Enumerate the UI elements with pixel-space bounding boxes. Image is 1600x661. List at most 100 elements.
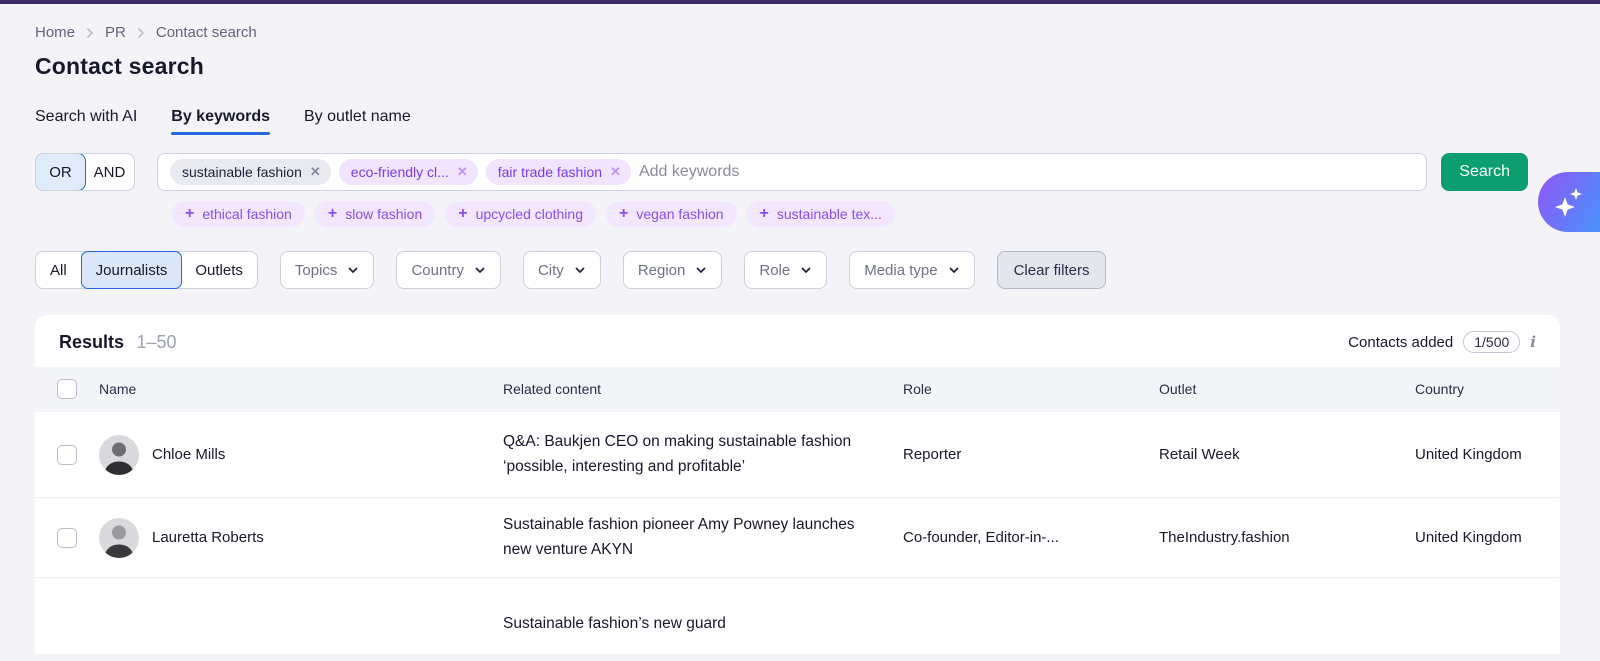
search-button[interactable]: Search <box>1441 153 1528 191</box>
results-title: Results <box>59 332 124 352</box>
breadcrumb: Home PR Contact search <box>35 24 1600 41</box>
table-row[interactable]: Sustainable fashion’s new guard Five way… <box>35 577 1560 654</box>
chevron-down-icon <box>347 264 359 276</box>
role-dropdown[interactable]: Role <box>744 251 827 289</box>
column-header-country: Country <box>1415 381 1560 397</box>
country-dropdown[interactable]: Country <box>396 251 501 289</box>
search-mode-tabs: Search with AI By keywords By outlet nam… <box>35 108 1600 135</box>
dropdown-label: Role <box>759 262 790 279</box>
keyword-chip-label: sustainable fashion <box>182 164 302 180</box>
contact-name[interactable]: Lauretta Roberts <box>152 529 264 546</box>
suggestion-chip[interactable]: + upcycled clothing <box>445 201 596 227</box>
suggestion-label: slow fashion <box>345 206 422 222</box>
contact-country: United Kingdom <box>1415 446 1560 463</box>
keyword-chip-label: fair trade fashion <box>498 164 602 180</box>
chevron-right-icon <box>85 28 95 38</box>
row-checkbox[interactable] <box>57 528 77 548</box>
sparkles-icon <box>1552 185 1586 219</box>
contact-name[interactable]: Chloe Mills <box>152 446 225 463</box>
dropdown-label: City <box>538 262 564 279</box>
contact-outlet: TheIndustry.fashion <box>1159 529 1415 546</box>
suggestion-label: ethical fashion <box>202 206 292 222</box>
remove-keyword-icon[interactable]: ✕ <box>610 164 621 180</box>
related-content-line: Sustainable fashion’s new guard <box>503 612 873 637</box>
suggestion-chip[interactable]: + sustainable tex... <box>747 201 895 227</box>
plus-icon: + <box>760 206 769 222</box>
segment-journalists[interactable]: Journalists <box>81 251 183 289</box>
select-all-checkbox[interactable] <box>57 379 77 399</box>
column-header-role: Role <box>903 381 1159 397</box>
keywords-input-container[interactable]: sustainable fashion ✕ eco-friendly cl...… <box>157 153 1427 191</box>
breadcrumb-home[interactable]: Home <box>35 24 75 41</box>
suggestion-chip[interactable]: + vegan fashion <box>606 201 737 227</box>
contact-role: Reporter <box>903 446 1159 463</box>
page-title: Contact search <box>35 53 1600 80</box>
keyword-suggestions: + ethical fashion + slow fashion + upcyc… <box>172 201 1600 227</box>
chevron-down-icon <box>695 264 707 276</box>
ai-assistant-button[interactable] <box>1538 172 1600 232</box>
tab-search-with-ai[interactable]: Search with AI <box>35 108 137 135</box>
topics-dropdown[interactable]: Topics <box>280 251 375 289</box>
contacts-added: Contacts added 1/500 i <box>1348 331 1536 353</box>
city-dropdown[interactable]: City <box>523 251 601 289</box>
keyword-chip[interactable]: sustainable fashion ✕ <box>170 159 331 185</box>
contact-outlet: Retail Week <box>1159 446 1415 463</box>
results-header: Results 1–50 Contacts added 1/500 i <box>35 315 1560 367</box>
suggestion-label: vegan fashion <box>636 206 723 222</box>
media-type-dropdown[interactable]: Media type <box>849 251 974 289</box>
plus-icon: + <box>185 206 194 222</box>
contact-role: Co-founder, Editor-in-... <box>903 529 1159 546</box>
segment-all[interactable]: All <box>36 252 82 288</box>
clear-filters-button[interactable]: Clear filters <box>997 251 1107 289</box>
chevron-down-icon <box>800 264 812 276</box>
chevron-down-icon <box>474 264 486 276</box>
suggestion-chip[interactable]: + slow fashion <box>315 201 435 227</box>
suggestion-chip[interactable]: + ethical fashion <box>172 201 305 227</box>
table-row[interactable]: Chloe Mills Q&A: Baukjen CEO on making s… <box>35 411 1560 497</box>
operator-and-button[interactable]: AND <box>85 154 134 190</box>
remove-keyword-icon[interactable]: ✕ <box>310 164 321 180</box>
tab-by-keywords[interactable]: By keywords <box>171 108 270 135</box>
operator-or-button[interactable]: OR <box>35 153 86 191</box>
breadcrumb-pr[interactable]: PR <box>105 24 126 41</box>
breadcrumb-contact-search: Contact search <box>156 24 257 41</box>
suggestion-label: upcycled clothing <box>476 206 583 222</box>
related-content: Q&A: Baukjen CEO on making sustainable f… <box>503 430 903 480</box>
related-content: Sustainable fashion’s new guard Five way… <box>503 612 903 654</box>
chevron-down-icon <box>574 264 586 276</box>
related-content: Sustainable fashion pioneer Amy Powney l… <box>503 513 903 563</box>
contact-country: United Kingdom <box>1415 529 1560 546</box>
contacts-added-badge: 1/500 <box>1463 331 1520 353</box>
suggestion-label: sustainable tex... <box>777 206 882 222</box>
filters-bar: All Journalists Outlets Topics Country C… <box>35 251 1600 289</box>
region-dropdown[interactable]: Region <box>623 251 723 289</box>
keyword-chip[interactable]: fair trade fashion ✕ <box>486 159 631 185</box>
plus-icon: + <box>619 206 628 222</box>
add-keywords-input[interactable] <box>639 163 1414 181</box>
avatar <box>99 518 139 558</box>
chevron-right-icon <box>136 28 146 38</box>
results-card: Results 1–50 Contacts added 1/500 i Name… <box>35 315 1560 654</box>
plus-icon: + <box>458 206 467 222</box>
top-accent-bar <box>0 0 1600 4</box>
contacts-added-label: Contacts added <box>1348 334 1453 351</box>
dropdown-label: Country <box>411 262 464 279</box>
results-range: 1–50 <box>136 332 176 352</box>
table-header-row: Name Related content Role Outlet Country <box>35 367 1560 411</box>
keyword-chip[interactable]: eco-friendly cl... ✕ <box>339 159 478 185</box>
keyword-search-bar: OR AND sustainable fashion ✕ eco-friendl… <box>35 153 1600 191</box>
table-row[interactable]: Lauretta Roberts Sustainable fashion pio… <box>35 497 1560 577</box>
row-checkbox[interactable] <box>57 445 77 465</box>
column-header-name: Name <box>99 381 503 397</box>
column-header-related-content: Related content <box>503 381 903 397</box>
dropdown-label: Media type <box>864 262 937 279</box>
dropdown-label: Topics <box>295 262 338 279</box>
info-icon[interactable]: i <box>1530 333 1536 351</box>
results-count: Results 1–50 <box>59 332 177 353</box>
tab-by-outlet-name[interactable]: By outlet name <box>304 108 411 135</box>
column-header-outlet: Outlet <box>1159 381 1415 397</box>
plus-icon: + <box>328 206 337 222</box>
segment-outlets[interactable]: Outlets <box>181 252 257 288</box>
remove-keyword-icon[interactable]: ✕ <box>457 164 468 180</box>
operator-toggle: OR AND <box>35 153 135 191</box>
